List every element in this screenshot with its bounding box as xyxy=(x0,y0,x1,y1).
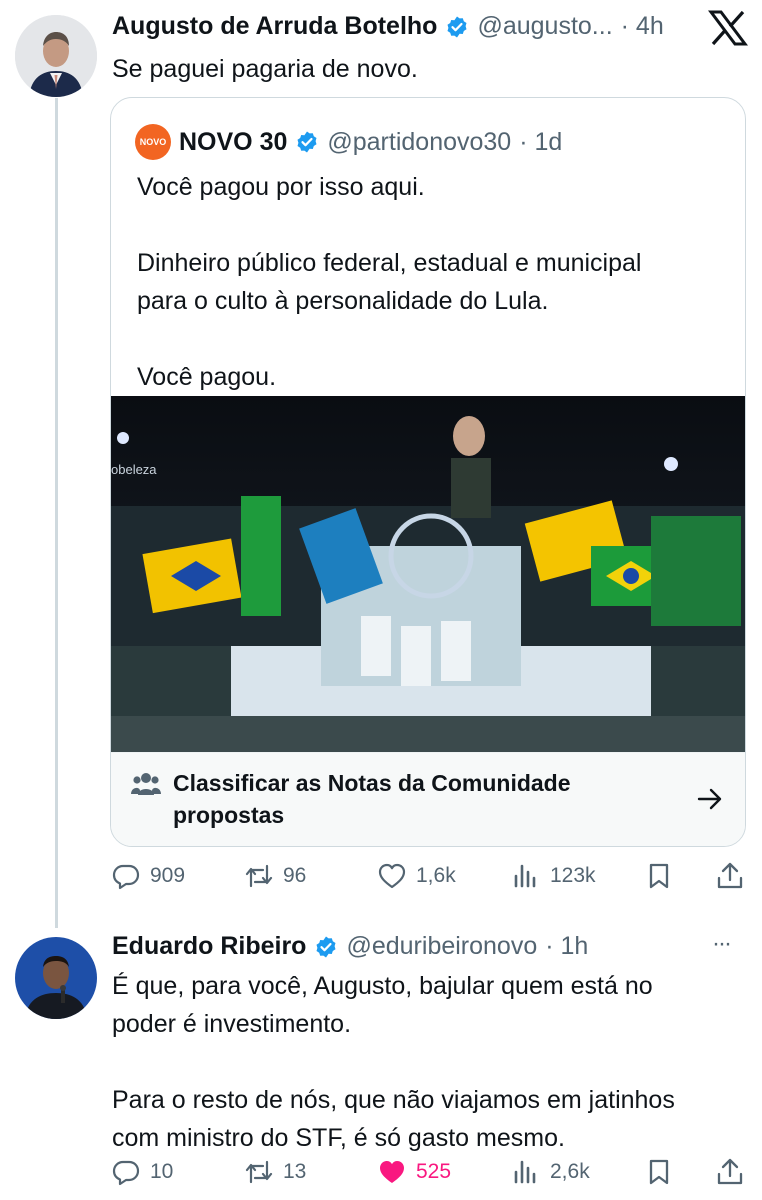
share-button[interactable] xyxy=(716,1158,744,1186)
author-name[interactable]: Eduardo Ribeiro xyxy=(112,932,306,961)
verified-badge-icon xyxy=(297,131,317,153)
bookmark-icon xyxy=(649,1159,669,1185)
retweet-count: 96 xyxy=(283,864,307,887)
tweet-time[interactable]: · 1h xyxy=(545,932,588,961)
bookmark-icon xyxy=(649,863,669,889)
bookmark-button[interactable] xyxy=(645,862,673,890)
novo-logo-icon: NOVO xyxy=(135,124,171,160)
community-notes-banner[interactable]: Classificar as Notas da Comunidade propo… xyxy=(111,752,745,846)
arrow-right-icon[interactable] xyxy=(697,787,723,811)
like-button[interactable]: 525 xyxy=(378,1158,451,1186)
views-button[interactable]: 123k xyxy=(512,862,596,890)
quote-tweet-card[interactable]: NOVO NOVO 30 @partidonovo30 · 1d Você pa… xyxy=(110,97,746,847)
views-count: 2,6k xyxy=(550,1160,590,1183)
reply-icon xyxy=(112,864,140,890)
more-options-icon[interactable]: ··· xyxy=(712,930,732,958)
thread-line xyxy=(55,98,58,928)
verified-badge-icon xyxy=(447,16,467,37)
quote-author-name[interactable]: NOVO 30 xyxy=(179,128,287,157)
reply-button[interactable]: 909 xyxy=(112,862,185,890)
people-icon xyxy=(131,773,161,795)
author-handle[interactable]: @eduribeironovo xyxy=(346,932,537,961)
views-count: 123k xyxy=(550,864,596,887)
retweet-icon xyxy=(245,1160,273,1184)
retweet-icon xyxy=(245,864,273,888)
community-notes-label: Classificar as Notas da Comunidade propo… xyxy=(173,770,571,828)
avatar-eduardo[interactable] xyxy=(15,937,97,1019)
reply-count: 10 xyxy=(150,1160,174,1183)
quote-header: NOVO NOVO 30 @partidonovo30 · 1d xyxy=(135,124,562,160)
reply-button[interactable]: 10 xyxy=(112,1158,173,1186)
retweet-count: 13 xyxy=(283,1160,307,1183)
quote-handle[interactable]: @partidonovo30 xyxy=(327,128,511,157)
heart-filled-icon xyxy=(380,1161,404,1183)
author-name[interactable]: Augusto de Arruda Botelho xyxy=(112,12,437,41)
retweet-button[interactable]: 96 xyxy=(245,862,306,890)
views-button[interactable]: 2,6k xyxy=(512,1158,590,1186)
tweet2-header: Eduardo Ribeiro @eduribeironovo · 1h xyxy=(112,932,588,961)
like-count: 525 xyxy=(416,1160,452,1183)
x-logo-icon[interactable] xyxy=(708,10,748,46)
heart-icon xyxy=(378,863,406,889)
tweet2-text: É que, para você, Augusto, bajular quem … xyxy=(112,972,675,1152)
image-watermark: obeleza xyxy=(111,462,157,477)
quote-image[interactable]: obeleza xyxy=(111,396,745,752)
reply-icon xyxy=(112,1160,140,1186)
reply-count: 909 xyxy=(150,864,186,887)
like-button[interactable]: 1,6k xyxy=(378,862,456,890)
tweet1-header: Augusto de Arruda Botelho @augusto... · … xyxy=(112,12,672,41)
avatar-augusto[interactable] xyxy=(15,15,97,97)
tweet-time[interactable]: · 4h xyxy=(621,12,664,41)
share-button[interactable] xyxy=(716,862,744,890)
views-icon xyxy=(514,864,536,888)
retweet-button[interactable]: 13 xyxy=(245,1158,306,1186)
share-icon xyxy=(717,862,743,889)
verified-badge-icon xyxy=(316,936,336,957)
quote-text: Você pagou por isso aqui. Dinheiro públi… xyxy=(137,173,642,391)
bookmark-button[interactable] xyxy=(645,1158,673,1186)
views-icon xyxy=(514,1160,536,1184)
author-handle[interactable]: @augusto... xyxy=(477,12,612,41)
tweet1-text: Se paguei pagaria de novo. xyxy=(112,55,418,83)
quote-time[interactable]: · 1d xyxy=(519,128,562,157)
share-icon xyxy=(717,1158,743,1185)
like-count: 1,6k xyxy=(416,864,456,887)
